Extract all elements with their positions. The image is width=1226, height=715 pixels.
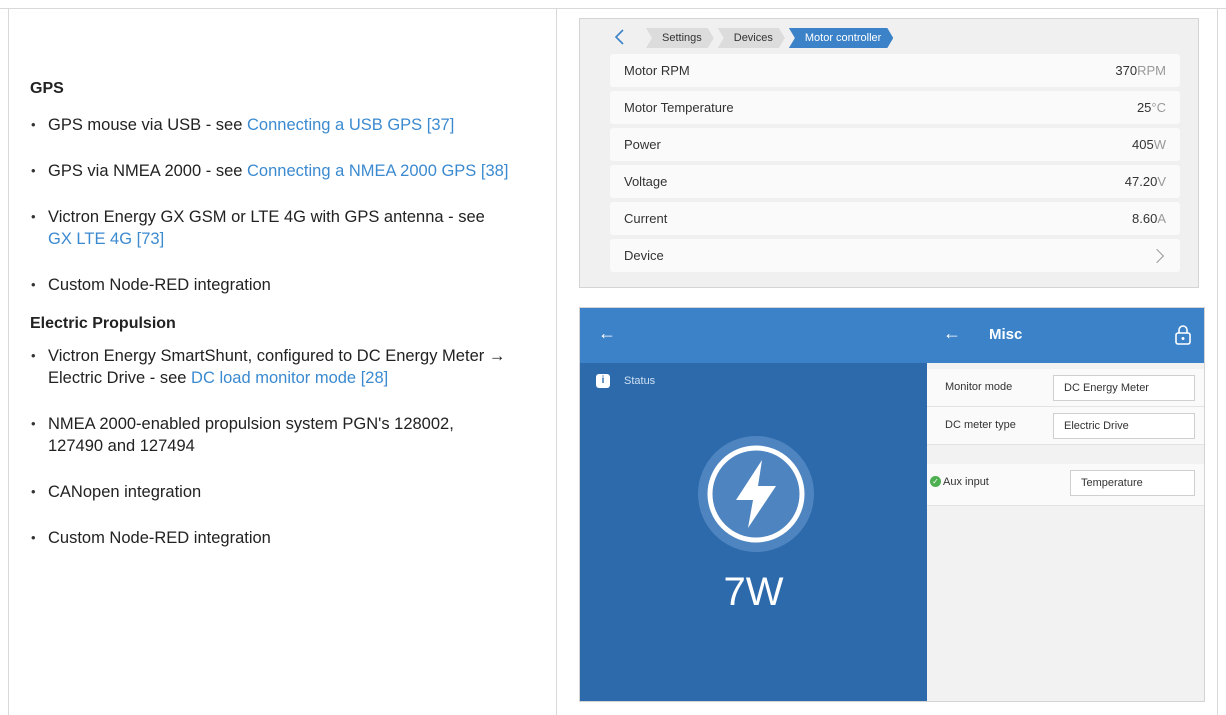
list-item: GPS via NMEA 2000 - see Connecting a NME…	[30, 160, 510, 182]
list-item: Victron Energy GX GSM or LTE 4G with GPS…	[30, 206, 510, 250]
list-item-text: GPS via NMEA 2000 - see	[48, 162, 248, 180]
list-item: Custom Node-RED integration	[30, 527, 510, 549]
electric-propulsion-heading: Electric Propulsion	[30, 315, 176, 332]
column-divider	[556, 8, 557, 715]
value-number: 370	[1115, 63, 1138, 78]
list-item-text: Custom Node-RED integration	[48, 276, 271, 294]
dc-meter-type-row: DC meter type Electric Drive	[927, 407, 1204, 445]
value-unit: RPM	[1137, 63, 1166, 78]
breadcrumb-settings[interactable]: Settings	[646, 28, 714, 48]
value-unit: A	[1157, 211, 1166, 226]
status-label: Status	[624, 375, 656, 387]
monitor-mode-row: Monitor mode DC Energy Meter	[927, 369, 1204, 407]
row-label: Motor RPM	[624, 63, 690, 78]
list-item-text: GPS mouse via USB - see	[48, 116, 247, 134]
row-label: Voltage	[624, 174, 668, 189]
misc-screenshot: ← i Status 7W ← Misc Monitor mode DC Ene…	[579, 307, 1205, 702]
row-label: Device	[624, 248, 664, 263]
misc-title: Misc	[989, 326, 1023, 343]
row-value: 8.60A	[1132, 211, 1166, 226]
row-value: 25°C	[1137, 100, 1166, 115]
value-number: 405	[1132, 137, 1154, 152]
row-label: Motor Temperature	[624, 100, 734, 115]
gps-heading: GPS	[30, 80, 64, 97]
propulsion-list: Victron Energy SmartShunt, configured to…	[30, 345, 510, 549]
dc-meter-type-select[interactable]: Electric Drive	[1053, 413, 1195, 439]
power-value: 7W	[723, 570, 784, 614]
misc-header: ← Misc	[927, 308, 1204, 363]
top-rule	[0, 8, 1226, 9]
row-label: Power	[624, 137, 661, 152]
status-row[interactable]: i Status	[596, 374, 655, 388]
list-item: Motor RPM 370RPM	[610, 54, 1180, 87]
value-unit: V	[1157, 174, 1166, 189]
breadcrumb: Settings Devices Motor controller	[646, 28, 897, 48]
motor-data-list: Motor RPM 370RPM Motor Temperature 25°C …	[610, 54, 1180, 276]
row-label: Current	[624, 211, 668, 226]
list-item: NMEA 2000-enabled propulsion system PGN'…	[30, 413, 510, 457]
dc-load-monitor-link[interactable]: DC load monitor mode [28]	[191, 369, 388, 387]
row-value: 370RPM	[1115, 63, 1166, 78]
list-item: Voltage 47.20V	[610, 165, 1180, 198]
back-arrow-icon[interactable]: ←	[598, 323, 616, 344]
left-border	[8, 8, 9, 715]
list-item: Custom Node-RED integration	[30, 274, 510, 296]
list-item: CANopen integration	[30, 481, 510, 503]
value-unit: W	[1153, 137, 1166, 152]
gps-list: GPS mouse via USB - see Connecting a USB…	[30, 114, 510, 296]
device-row[interactable]: Device	[610, 239, 1180, 272]
connecting-nmea-gps-link[interactable]: Connecting a NMEA 2000 GPS [38]	[247, 162, 508, 180]
back-arrow-icon[interactable]: ←	[943, 323, 961, 344]
breadcrumb-motor-controller: Motor controller	[789, 28, 893, 48]
connecting-usb-gps-link[interactable]: Connecting a USB GPS [37]	[247, 116, 454, 134]
aux-input-row: ✓ Aux input Temperature	[927, 464, 1204, 506]
chevron-right-icon	[1149, 248, 1165, 263]
list-item: Motor Temperature 25°C	[610, 91, 1180, 124]
check-circle-icon: ✓	[930, 476, 941, 487]
lock-icon[interactable]	[1174, 325, 1192, 345]
list-item-text: CANopen integration	[48, 483, 202, 501]
list-item-text: Custom Node-RED integration	[48, 529, 271, 547]
breadcrumb-devices[interactable]: Devices	[718, 28, 785, 48]
value-unit: °C	[1151, 100, 1166, 115]
lightning-bolt-icon	[698, 436, 814, 552]
chevron-left-icon[interactable]	[612, 29, 628, 45]
left-column: GPS GPS mouse via USB - see Connecting a…	[30, 80, 510, 573]
monitor-mode-select[interactable]: DC Energy Meter	[1053, 375, 1195, 401]
list-item: Victron Energy SmartShunt, configured to…	[30, 345, 510, 389]
list-item: Current 8.60A	[610, 202, 1180, 235]
page: GPS GPS mouse via USB - see Connecting a…	[0, 0, 1226, 715]
dc-meter-type-label: DC meter type	[945, 419, 1016, 431]
right-border	[1217, 8, 1218, 715]
misc-settings-pane: ← Misc Monitor mode DC Energy Meter DC m…	[927, 308, 1204, 701]
value-number: 47.20	[1124, 174, 1158, 189]
value-number: 8.60	[1132, 211, 1158, 226]
motor-controller-screenshot: Settings Devices Motor controller Motor …	[579, 18, 1199, 288]
list-item: Power 405W	[610, 128, 1180, 161]
list-item: GPS mouse via USB - see Connecting a USB…	[30, 114, 510, 136]
row-value: 405W	[1132, 137, 1166, 152]
value-number: 25	[1136, 100, 1152, 115]
gx-lte-4g-link[interactable]: GX LTE 4G [73]	[48, 230, 164, 248]
monitor-mode-label: Monitor mode	[945, 381, 1013, 393]
aux-input-label: Aux input	[943, 476, 989, 488]
aux-input-select[interactable]: Temperature	[1070, 470, 1195, 496]
list-item-text: Victron Energy GX GSM or LTE 4G with GPS…	[48, 208, 485, 226]
info-icon: i	[596, 374, 610, 388]
status-pane-header: ←	[580, 308, 927, 363]
row-value: 47.20V	[1125, 174, 1166, 189]
status-pane: ← i Status 7W	[580, 308, 927, 701]
list-item-text: NMEA 2000-enabled propulsion system PGN'…	[48, 415, 454, 455]
